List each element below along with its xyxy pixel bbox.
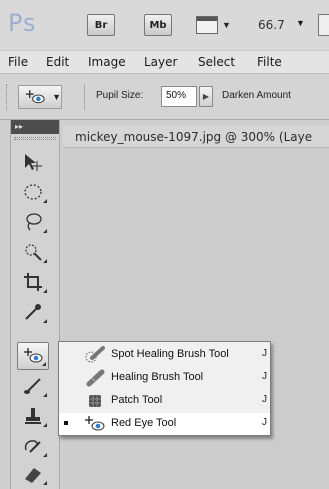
healing-brush-icon xyxy=(86,369,105,387)
chevron-down-icon: ▼ xyxy=(52,92,61,102)
menu-select[interactable]: Select xyxy=(198,55,235,69)
flyout-item-healing-brush[interactable]: Healing Brush Tool J xyxy=(59,367,270,389)
quick-selection-tool-icon xyxy=(25,244,42,261)
menu-edit[interactable]: Edit xyxy=(46,55,69,69)
application-bar: Ps Br Mb ▼ 66.7 ▼ xyxy=(0,0,329,50)
eraser-tool-icon xyxy=(25,468,41,483)
history-brush-tool-icon xyxy=(24,440,41,453)
move-tool[interactable] xyxy=(17,148,49,176)
crop-tool-icon xyxy=(24,273,42,291)
move-tool-icon xyxy=(25,154,42,171)
menu-bar: File Edit Image Layer Select Filte xyxy=(0,50,329,74)
elliptical-marquee-tool-icon xyxy=(24,184,42,200)
red-eye-tool-icon xyxy=(85,416,105,431)
menu-image[interactable]: Image xyxy=(88,55,126,69)
red-eye-tool-icon xyxy=(24,348,43,363)
menu-file[interactable]: File xyxy=(8,55,28,69)
document-tab[interactable]: mickey_mouse-1097.jpg @ 300% (Laye xyxy=(63,126,329,148)
flyout-item-label: Red Eye Tool xyxy=(111,417,177,429)
lasso-tool-icon xyxy=(26,213,42,231)
photoshop-logo: Ps xyxy=(8,9,37,37)
document-canvas[interactable] xyxy=(63,149,329,489)
history-brush-tool[interactable] xyxy=(17,432,49,460)
eyedropper-tool-icon xyxy=(25,304,41,320)
crop-tool[interactable] xyxy=(17,268,49,296)
screen-mode-button[interactable] xyxy=(318,14,329,36)
red-eye-tool-icon xyxy=(25,90,45,104)
chevron-down-icon: ▼ xyxy=(222,20,231,30)
spot-healing-brush-icon xyxy=(85,346,105,363)
arrange-documents-icon xyxy=(196,16,218,34)
zoom-level[interactable]: 66.7 xyxy=(258,18,285,32)
divider xyxy=(84,84,85,110)
flyout-item-shortcut: J xyxy=(262,417,267,428)
healing-tools-flyout: Spot Healing Brush Tool J Healing Brush … xyxy=(58,341,271,436)
brush-tool[interactable] xyxy=(17,372,49,400)
arrange-documents-button[interactable]: ▼ xyxy=(196,14,236,36)
tools-panel-grip[interactable] xyxy=(14,137,56,140)
patch-tool-icon xyxy=(89,395,101,407)
flyout-item-red-eye-tool[interactable]: Red Eye Tool J xyxy=(59,413,270,435)
flyout-item-patch-tool[interactable]: Patch Tool J xyxy=(59,390,270,412)
lasso-tool[interactable] xyxy=(17,208,49,236)
pupil-size-label: Pupil Size: xyxy=(96,90,144,101)
flyout-item-label: Healing Brush Tool xyxy=(111,371,204,383)
options-bar-grip[interactable] xyxy=(6,84,10,110)
clone-stamp-tool-icon xyxy=(25,408,41,424)
launch-bridge-button[interactable]: Br xyxy=(87,14,115,36)
darken-amount-label: Darken Amount xyxy=(222,90,291,101)
menu-filter[interactable]: Filte xyxy=(257,55,282,69)
brush-tool-icon xyxy=(24,378,41,394)
menu-layer[interactable]: Layer xyxy=(144,55,177,69)
flyout-item-label: Spot Healing Brush Tool xyxy=(111,348,229,360)
tool-preset-picker[interactable]: ▼ xyxy=(18,85,62,109)
quick-selection-tool[interactable] xyxy=(17,238,49,266)
pupil-size-slider-toggle[interactable]: ▶ xyxy=(199,86,213,107)
eyedropper-tool[interactable] xyxy=(17,298,49,326)
clone-stamp-tool[interactable] xyxy=(17,402,49,430)
tools-panel-collapse[interactable]: ▸▸ xyxy=(11,120,59,134)
options-bar: ▼ Pupil Size: 50% ▶ Darken Amount xyxy=(0,74,329,120)
selected-bullet-icon xyxy=(64,421,68,425)
flyout-item-spot-healing-brush[interactable]: Spot Healing Brush Tool J xyxy=(59,344,270,366)
eraser-tool[interactable] xyxy=(17,460,49,488)
flyout-item-shortcut: J xyxy=(262,371,267,382)
pupil-size-field[interactable]: 50% xyxy=(161,86,197,107)
red-eye-tool[interactable] xyxy=(17,342,49,370)
marquee-tool[interactable] xyxy=(17,178,49,206)
flyout-item-shortcut: J xyxy=(262,394,267,405)
flyout-item-shortcut: J xyxy=(262,348,267,359)
zoom-dropdown-icon[interactable]: ▼ xyxy=(296,18,305,28)
tools-panel: ▸▸ xyxy=(10,120,60,489)
launch-mini-bridge-button[interactable]: Mb xyxy=(144,14,172,36)
flyout-item-label: Patch Tool xyxy=(111,394,163,406)
